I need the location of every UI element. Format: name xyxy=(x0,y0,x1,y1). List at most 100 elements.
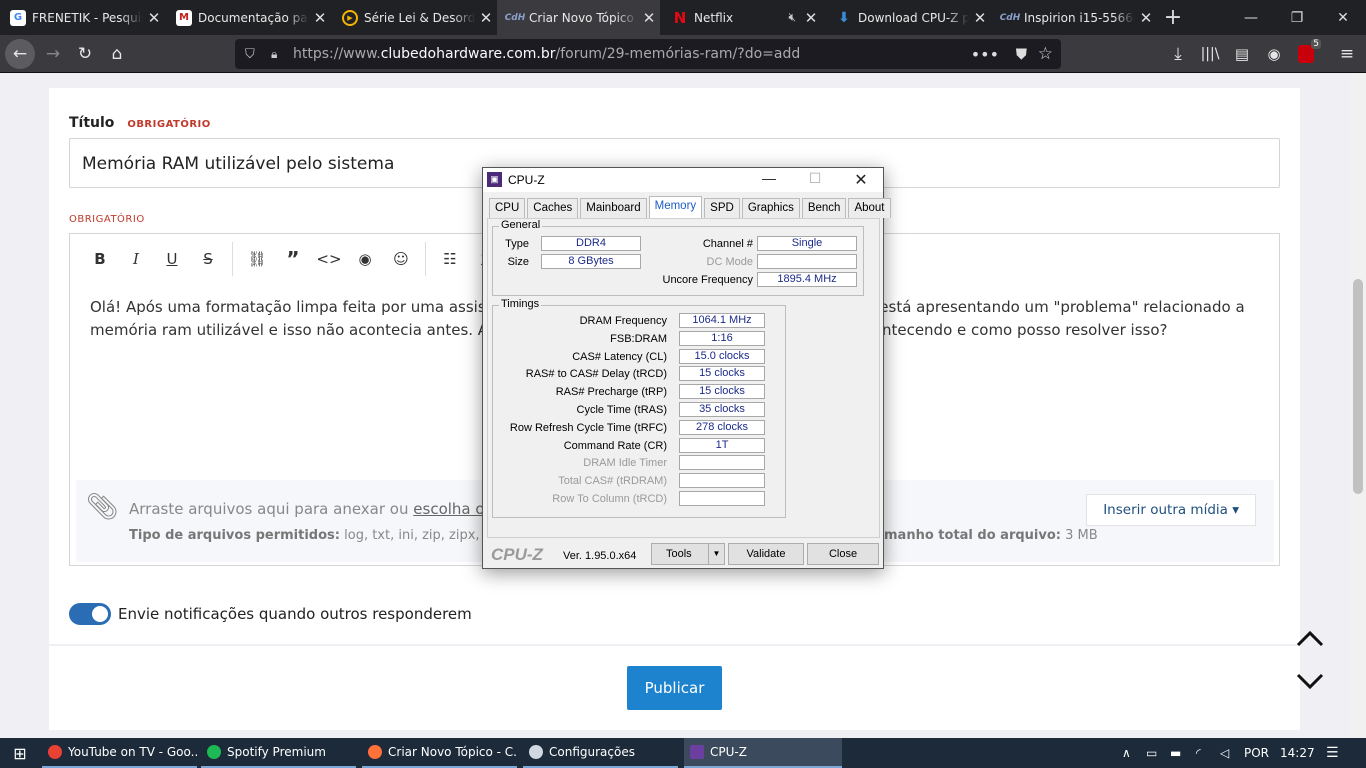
timing-label: Command Rate (CR) xyxy=(563,439,667,452)
cpuz-tab-caches[interactable]: Caches xyxy=(527,198,579,218)
cpuz-minimize-icon[interactable]: — xyxy=(747,170,791,190)
timing-label: Row Refresh Cycle Time (tRFC) xyxy=(509,421,667,434)
page-actions-icon[interactable]: ••• xyxy=(971,45,999,64)
meet-now-icon[interactable]: ▭ xyxy=(1146,738,1157,768)
cpuz-tab-cpu[interactable]: CPU xyxy=(489,198,526,218)
browser-tab[interactable]: CdH Inspirion i15-5566-A ✕ xyxy=(992,0,1157,35)
language-indicator[interactable]: POR xyxy=(1244,738,1269,768)
sidebar-icon[interactable]: ▤ xyxy=(1227,39,1257,69)
cpuz-titlebar[interactable]: ▣ CPU-Z — ☐ ✕ xyxy=(483,168,883,192)
forward-icon[interactable]: → xyxy=(38,39,68,69)
timing-value: 15 clocks xyxy=(679,366,765,382)
cpuz-maximize-icon[interactable]: ☐ xyxy=(793,170,837,190)
close-button[interactable]: Close xyxy=(807,543,879,565)
home-icon[interactable]: ⌂ xyxy=(102,39,132,69)
lock-icon[interactable]: 🔒︎ xyxy=(271,47,277,62)
volume-icon[interactable]: ◁ xyxy=(1220,738,1229,768)
taskbar-item-active[interactable]: CPU-Z xyxy=(684,738,842,768)
cpuz-close-icon[interactable]: ✕ xyxy=(839,170,883,190)
link-icon[interactable]: ⛓ xyxy=(239,250,275,268)
muted-audio-icon[interactable]: 🔇︎ xyxy=(788,10,796,25)
downloads-icon[interactable]: ⤓ xyxy=(1163,39,1193,69)
insert-media-button[interactable]: Inserir outra mídia ▾ xyxy=(1086,494,1256,526)
browser-tab[interactable]: ▶ Série Lei & Desordem ✕ xyxy=(332,0,497,35)
close-tab-icon[interactable]: ✕ xyxy=(143,9,165,27)
strikethrough-icon[interactable]: S xyxy=(190,250,226,268)
taskbar-item[interactable]: Spotify Premium xyxy=(201,738,356,768)
reload-icon[interactable]: ↻ xyxy=(70,39,100,69)
italic-icon[interactable]: I xyxy=(118,250,154,268)
taskbar-item[interactable]: Configurações xyxy=(523,738,678,768)
size-label: Tamanho total do arquivo: xyxy=(868,528,1061,543)
cpuz-tab-mainboard[interactable]: Mainboard xyxy=(580,198,647,218)
windows-start-icon[interactable]: ⊞ xyxy=(10,738,30,768)
emoji-icon[interactable]: ☺ xyxy=(383,250,419,268)
cpuz-tab-graphics[interactable]: Graphics xyxy=(741,198,800,218)
clock[interactable]: 14:27 xyxy=(1280,738,1315,768)
show-hidden-icons-icon[interactable]: ∧ xyxy=(1122,738,1131,768)
wifi-icon[interactable]: ◜ xyxy=(1196,738,1201,768)
validate-button[interactable]: Validate xyxy=(728,543,804,565)
bookmark-star-icon[interactable]: ☆ xyxy=(1038,44,1053,64)
firefox-icon xyxy=(368,745,382,759)
url-bar[interactable]: ⛉ 🔒︎ https://www.clubedohardware.com.br/… xyxy=(235,39,1061,69)
browser-tab[interactable]: N Netflix 🔇︎ ✕ xyxy=(662,0,822,35)
browser-tab-active[interactable]: CdH Criar Novo Tópico - ✕ xyxy=(497,0,660,35)
ublock-extension-icon[interactable]: 5 xyxy=(1291,39,1321,69)
tools-button[interactable]: Tools ▼ xyxy=(651,543,725,565)
code-icon[interactable]: <> xyxy=(311,250,347,268)
scroll-up-icon[interactable] xyxy=(1293,622,1327,656)
timing-label: DRAM Idle Timer xyxy=(583,457,667,470)
menu-icon[interactable]: ≡ xyxy=(1332,39,1362,69)
browser-tab[interactable]: ⬇ Download CPU-Z p ✕ xyxy=(826,0,991,35)
spoiler-eye-icon[interactable]: ◉ xyxy=(347,250,383,268)
chevron-down-icon[interactable]: ▼ xyxy=(708,544,724,564)
close-tab-icon[interactable]: ✕ xyxy=(800,9,822,27)
tab-title: Criar Novo Tópico - xyxy=(529,10,638,25)
timing-value: 1T xyxy=(679,437,765,453)
restore-icon[interactable]: ❐ xyxy=(1274,0,1320,35)
tab-title: Documentação para xyxy=(198,10,309,25)
quote-icon[interactable]: ” xyxy=(275,247,311,271)
taskbar-label: Configurações xyxy=(549,745,635,759)
chrome-icon xyxy=(48,745,62,759)
toolbar-divider xyxy=(425,242,426,276)
timing-label: Cycle Time (tRAS) xyxy=(576,404,667,416)
cpuz-tab-memory[interactable]: Memory xyxy=(648,196,703,218)
new-tab-icon[interactable]: + xyxy=(1150,0,1196,35)
cpuz-window[interactable]: ▣ CPU-Z — ☐ ✕ CPU Caches Mainboard Memor… xyxy=(482,167,891,569)
timing-label: FSB:DRAM xyxy=(610,332,667,345)
library-icon[interactable]: |||\ xyxy=(1195,39,1225,69)
minimize-icon[interactable]: — xyxy=(1228,0,1274,35)
scrollbar[interactable] xyxy=(1350,74,1366,738)
url-prefix: https://www. xyxy=(293,46,381,62)
url-text: https://www.clubedohardware.com.br/forum… xyxy=(293,46,800,62)
taskbar-item[interactable]: YouTube on TV - Goo... xyxy=(42,738,197,768)
browser-tab[interactable]: M Documentação para ✕ xyxy=(166,0,331,35)
account-icon[interactable]: ◉ xyxy=(1259,39,1289,69)
cpuz-tab-spd[interactable]: SPD xyxy=(704,198,740,218)
type-value: DDR4 xyxy=(541,236,641,251)
close-tab-icon[interactable]: ✕ xyxy=(309,9,331,27)
cpuz-tab-bench[interactable]: Bench xyxy=(801,198,847,218)
notification-center-icon[interactable]: ☰ xyxy=(1326,738,1339,768)
dcmode-label: DC Mode xyxy=(706,256,753,268)
scroll-down-icon[interactable] xyxy=(1293,664,1327,698)
publish-button[interactable]: Publicar xyxy=(627,666,722,710)
back-icon[interactable]: ← xyxy=(5,39,35,69)
battery-icon[interactable]: ▬ xyxy=(1170,738,1181,768)
bold-icon[interactable]: B xyxy=(82,250,118,268)
shield-icon[interactable]: ⛉ xyxy=(245,47,255,62)
bulleted-list-icon[interactable]: ☷ xyxy=(432,250,468,268)
notify-toggle[interactable] xyxy=(69,603,111,625)
pocket-icon[interactable]: ⛊ xyxy=(1016,45,1027,63)
window-close-icon[interactable]: ✕ xyxy=(1320,0,1366,35)
taskbar-item[interactable]: Criar Novo Tópico - C... xyxy=(362,738,517,768)
scrollbar-thumb[interactable] xyxy=(1353,279,1363,494)
close-tab-icon[interactable]: ✕ xyxy=(475,9,497,27)
cpuz-tab-about[interactable]: About xyxy=(848,198,891,218)
close-tab-icon[interactable]: ✕ xyxy=(638,9,660,27)
browser-tab[interactable]: G FRENETIK - Pesquisa ✕ xyxy=(0,0,165,35)
close-tab-icon[interactable]: ✕ xyxy=(969,9,991,27)
underline-icon[interactable]: U xyxy=(154,250,190,268)
